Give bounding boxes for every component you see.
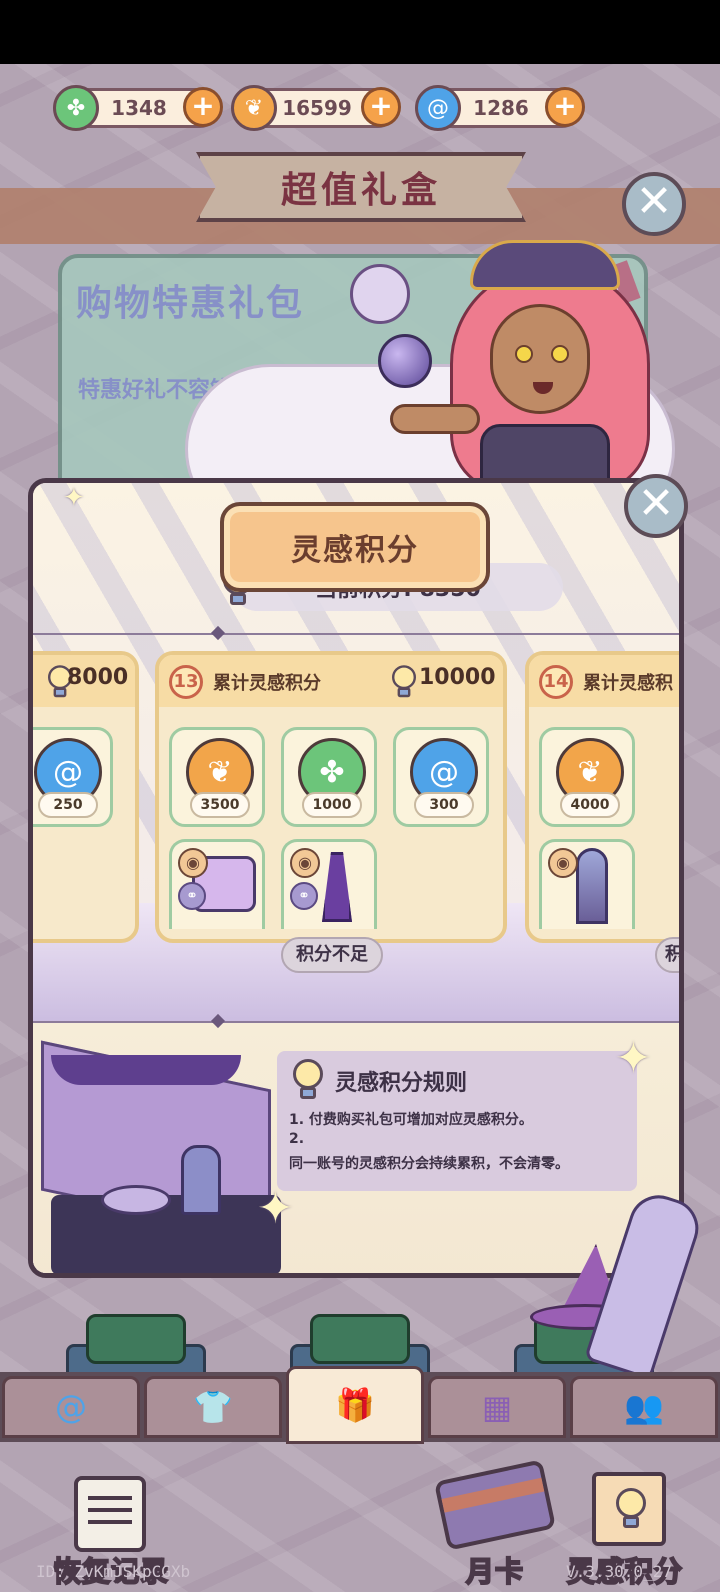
page-title: 超值礼盒 xyxy=(280,170,441,211)
restore-records-icon[interactable] xyxy=(74,1476,146,1552)
preview-eye-icon[interactable]: ◉ xyxy=(290,848,320,878)
tab-gift[interactable]: 🎁 xyxy=(286,1366,424,1444)
lightbulb-icon xyxy=(390,665,417,699)
reward-tier-14: 14 累计灵感积 ❦ 4000 ◉ xyxy=(525,651,679,943)
close-page-button[interactable]: ✕ xyxy=(622,172,686,236)
modal-title: 灵感积分 xyxy=(291,533,419,568)
leaf-coin-icon: ❦ xyxy=(231,85,277,131)
monthly-card-label: 月卡 xyxy=(465,1554,524,1589)
close-modal-button[interactable]: ✕ xyxy=(624,474,688,538)
reward-tier-12: 8000 @ 250 xyxy=(33,651,139,943)
tier-title: 累计灵感积分 xyxy=(213,673,321,694)
tab-currency[interactable]: @ xyxy=(2,1376,140,1438)
lightbulb-icon xyxy=(614,1488,648,1530)
points-rules-panel: 灵感积分规则 1. 付费购买礼包可增加对应灵感积分。 2. 同一账号的灵感积分会… xyxy=(277,1051,637,1191)
reward-item-slot[interactable]: ◉ xyxy=(539,839,635,929)
page-title-banner: 超值礼盒 xyxy=(196,152,526,222)
preview-eye-icon[interactable]: ◉ xyxy=(178,848,208,878)
shirt-icon: 👕 xyxy=(193,1388,233,1426)
reward-item-slot[interactable]: ◉ ⚭ xyxy=(169,839,265,929)
furniture-tag-icon: ⚭ xyxy=(290,882,318,910)
gift-icon: 🎁 xyxy=(335,1386,375,1424)
reward-qty: 300 xyxy=(414,792,474,818)
reward-slot[interactable]: @ 250 xyxy=(33,727,113,827)
currency-swirl: @ 1286 + xyxy=(415,85,585,131)
rules-title: 灵感积分规则 xyxy=(335,1071,468,1096)
tier-requirement: 8000 xyxy=(67,665,129,690)
sparkle-icon: ✦ xyxy=(615,1033,652,1084)
game-version: V.3.30.0_27 xyxy=(566,1562,672,1581)
furniture-icon: ▦ xyxy=(481,1388,513,1426)
inspiration-points-icon[interactable] xyxy=(592,1472,666,1546)
currency-clover: ✤ 1348 + xyxy=(53,85,223,131)
monthly-card-icon[interactable] xyxy=(433,1459,557,1551)
tier-number: 13 xyxy=(169,665,203,699)
tab-clothing[interactable]: 👕 xyxy=(144,1376,282,1438)
reward-item-slot[interactable]: ◉ ⚭ xyxy=(281,839,377,929)
reward-slot[interactable]: @ 300 xyxy=(393,727,489,827)
modal-title-banner: 灵感积分 xyxy=(220,502,490,592)
rules-line-3: 同一账号的灵感积分会持续累积，不会清零。 xyxy=(289,1156,569,1172)
orb-decoration xyxy=(350,264,410,324)
preview-eye-icon[interactable]: ◉ xyxy=(548,848,578,878)
shop-card-title: 购物特惠礼包 xyxy=(76,283,305,324)
game-screen: ✤ 1348 + ❦ 16599 + @ 1286 + 超值礼盒 ✕ 购物特惠礼… xyxy=(0,64,720,1592)
window-furniture-icon xyxy=(576,848,608,924)
magic-room-illustration xyxy=(41,1035,281,1273)
reward-qty: 3500 xyxy=(190,792,250,818)
tab-furniture[interactable]: ▦ xyxy=(428,1376,566,1438)
clover-coin-icon: ✤ xyxy=(53,85,99,131)
reward-tier-13: 13 累计灵感积分 10000 ❦ 3500 ✤ 1000 @ 300 ◉ ⚭ xyxy=(155,651,507,943)
swirl-coin-icon: @ xyxy=(415,85,461,131)
reward-qty: 4000 xyxy=(560,792,620,818)
player-id: ID: ZvKmJSKpCGXb xyxy=(36,1562,191,1581)
furniture-tag-icon: ⚭ xyxy=(178,882,206,910)
rules-line-1: 1. 付费购买礼包可增加对应灵感积分。 xyxy=(289,1112,533,1128)
tier-number: 14 xyxy=(539,665,573,699)
tier-requirement: 10000 xyxy=(419,665,496,690)
currency-leaf: ❦ 16599 + xyxy=(231,85,401,131)
robe-outfit-icon xyxy=(322,852,352,922)
reward-qty: 1000 xyxy=(302,792,362,818)
lightbulb-icon xyxy=(291,1059,325,1101)
add-leaf-button[interactable]: + xyxy=(361,87,401,127)
tier-14-status[interactable]: 积 xyxy=(655,937,679,973)
reward-qty: 250 xyxy=(38,792,98,818)
tier-title: 累计灵感积 xyxy=(583,673,673,694)
add-clover-button[interactable]: + xyxy=(183,87,223,127)
reward-slot[interactable]: ✤ 1000 xyxy=(281,727,377,827)
reward-slot[interactable]: ❦ 4000 xyxy=(539,727,635,827)
sparkle-icon: ✦ xyxy=(63,483,85,513)
monthly-card-button[interactable]: 月卡 xyxy=(450,1550,540,1590)
inspiration-points-modal: 当前积分: 8350 8000 @ 250 13 累计灵感积分 10000 ❦ … xyxy=(28,478,684,1278)
add-swirl-button[interactable]: + xyxy=(545,87,585,127)
rules-line-2: 2. xyxy=(289,1131,305,1147)
tab-friends[interactable]: 👥 xyxy=(570,1376,718,1438)
reward-slot[interactable]: ❦ 3500 xyxy=(169,727,265,827)
sparkle-icon: ✦ xyxy=(257,1183,294,1234)
insufficient-points-button[interactable]: 积分不足 xyxy=(281,937,383,973)
friends-icon: 👥 xyxy=(624,1388,664,1426)
swirl-coin-icon: @ xyxy=(55,1388,87,1426)
status-bar xyxy=(0,0,720,64)
